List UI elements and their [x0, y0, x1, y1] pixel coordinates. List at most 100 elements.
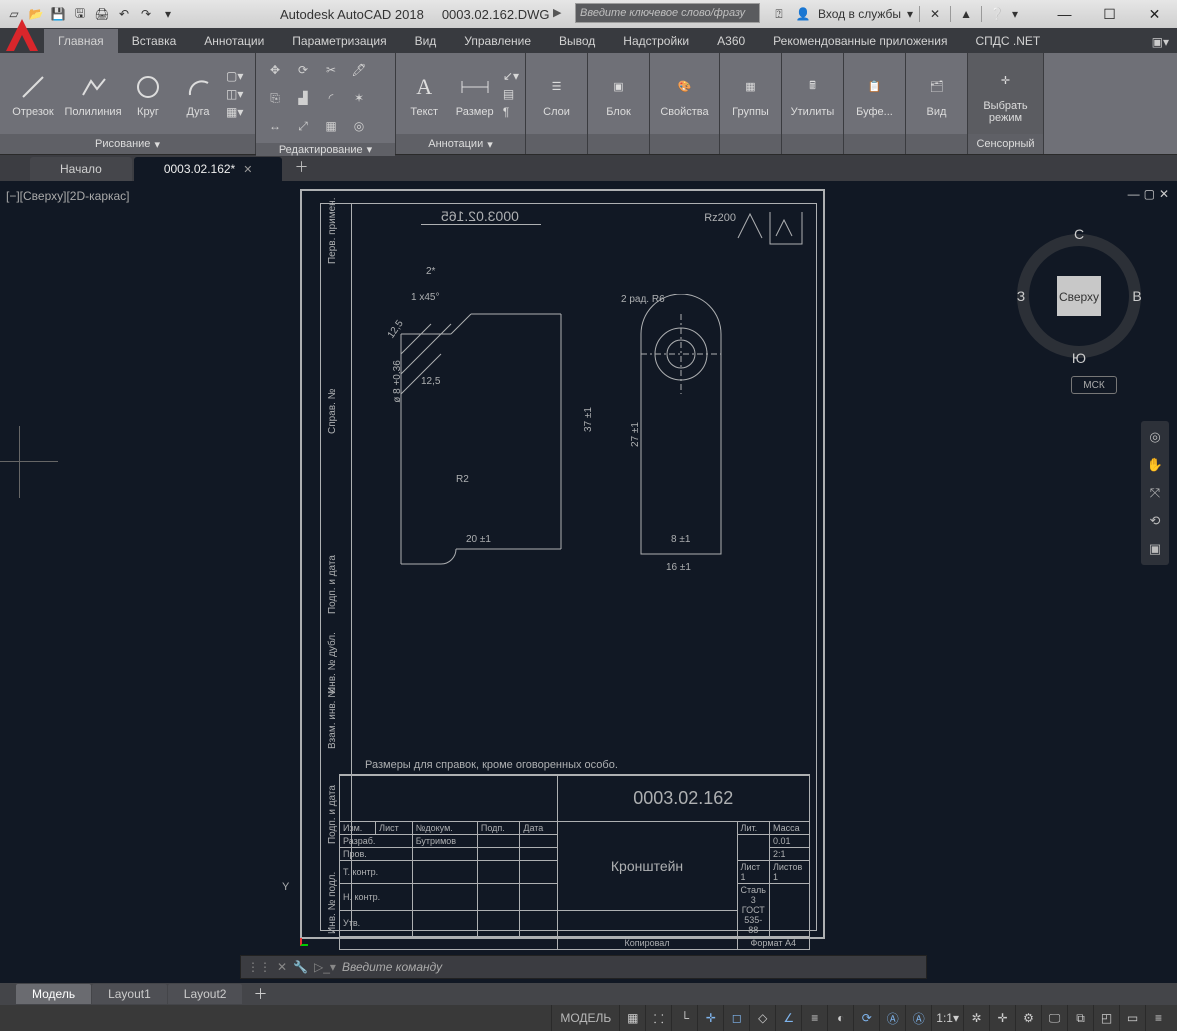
app-store-icon[interactable]: ▲	[957, 7, 975, 21]
file-tab-start[interactable]: Начало	[30, 157, 132, 181]
nav-wheel-icon[interactable]: ◎	[1143, 425, 1167, 449]
panel-draw-title[interactable]: Рисование ▾	[0, 134, 255, 154]
help-icon[interactable]: ❔	[988, 7, 1006, 21]
tool-circle[interactable]: Круг	[126, 70, 170, 118]
mirror-icon[interactable]: ▟	[290, 85, 316, 111]
ribbon-tab-manage[interactable]: Управление	[450, 29, 545, 53]
tool-touch[interactable]: ✛Выбрать режим	[974, 64, 1037, 124]
status-scale[interactable]: 1:1▾	[931, 1005, 963, 1031]
ribbon-tab-home[interactable]: Главная	[44, 29, 118, 53]
drawing-area[interactable]: [−][Сверху][2D-каркас] — ▢ ✕ С В Ю З Све…	[0, 181, 1177, 983]
qat-more-icon[interactable]: ▾	[158, 4, 178, 24]
viewport-label[interactable]: [−][Сверху][2D-каркас]	[6, 189, 130, 203]
status-osnap-icon[interactable]: ◻	[723, 1005, 749, 1031]
status-ortho-icon[interactable]: └	[671, 1005, 697, 1031]
command-line[interactable]: ⋮⋮ ✕ 🔧 ▷_▾ Введите команду	[240, 955, 927, 979]
explode-icon[interactable]: ✶	[346, 85, 372, 111]
status-snap-icon[interactable]: ⸬	[645, 1005, 671, 1031]
exchange-icon[interactable]: ✕	[926, 7, 944, 21]
nav-showmotion-icon[interactable]: ▣	[1143, 537, 1167, 561]
panel-modify-title[interactable]: Редактирование ▾	[256, 143, 395, 156]
cmd-close-icon[interactable]: ✕	[277, 960, 287, 974]
status-iso-icon[interactable]: Ⓐ	[905, 1005, 931, 1031]
signin-person-icon[interactable]: 👤	[794, 7, 812, 21]
ribbon-tab-addins[interactable]: Надстройки	[609, 29, 703, 53]
status-annotation-icon[interactable]: ✛	[989, 1005, 1015, 1031]
table-icon[interactable]: ▤	[503, 87, 519, 101]
erase-icon[interactable]: 🖊	[346, 57, 372, 83]
minimize-button[interactable]: —	[1042, 0, 1087, 28]
search-play-icon[interactable]: ▶	[553, 6, 561, 19]
stretch-icon[interactable]: ↔	[262, 113, 288, 139]
status-3dosnap-icon[interactable]: ◇	[749, 1005, 775, 1031]
cmd-wrench-icon[interactable]: 🔧	[293, 960, 308, 974]
view-cube[interactable]: С В Ю З Сверху	[1009, 221, 1149, 391]
copy-icon[interactable]: ⎘	[262, 85, 288, 111]
ribbon-tab-insert[interactable]: Вставка	[118, 29, 191, 53]
layout-add-button[interactable]: ＋	[243, 981, 277, 1007]
status-ws-icon[interactable]: ⚙	[1015, 1005, 1041, 1031]
status-dynucs-icon[interactable]: Ⓐ	[879, 1005, 905, 1031]
vp-close-icon[interactable]: ✕	[1159, 187, 1169, 201]
qat-redo-icon[interactable]: ↷	[136, 4, 156, 24]
cmd-grip-icon[interactable]: ⋮⋮	[247, 960, 271, 974]
search-input[interactable]: Введите ключевое слово/фразу	[575, 3, 760, 23]
leader-icon[interactable]: ↙▾	[503, 69, 519, 83]
rotate-icon[interactable]: ⟳	[290, 57, 316, 83]
tool-clip[interactable]: 📋Буфе...	[850, 70, 899, 118]
status-custom-icon[interactable]: ≡	[1145, 1005, 1171, 1031]
ribbon-tab-view[interactable]: Вид	[401, 29, 451, 53]
layout-tab-1[interactable]: Layout1	[92, 984, 167, 1004]
status-clean-icon[interactable]: ▭	[1119, 1005, 1145, 1031]
offset-icon[interactable]: ◎	[346, 113, 372, 139]
layout-tab-2[interactable]: Layout2	[168, 984, 243, 1004]
scale-icon[interactable]: ⤢	[290, 113, 316, 139]
signin-label[interactable]: Вход в службы	[818, 7, 901, 21]
tool-line[interactable]: Отрезок	[6, 70, 60, 118]
layout-tab-model[interactable]: Модель	[16, 984, 91, 1004]
tool-props[interactable]: 🎨Свойства	[656, 70, 713, 118]
ribbon-tab-spds[interactable]: СПДС .NET	[962, 29, 1055, 53]
tool-dimension[interactable]: Размер	[452, 70, 496, 118]
ribbon-tab-output[interactable]: Вывод	[545, 29, 609, 53]
ribbon-pin-icon[interactable]: ▣▾	[1144, 31, 1177, 53]
a360-connect-icon[interactable]: ⍰	[770, 7, 788, 22]
ribbon-tab-a360[interactable]: A360	[703, 29, 759, 53]
qat-plot-icon[interactable]: 🖨	[92, 4, 112, 24]
tool-groups[interactable]: ▦Группы	[726, 70, 775, 118]
tool-arc[interactable]: Дуга	[176, 70, 220, 118]
status-polar-icon[interactable]: ✛	[697, 1005, 723, 1031]
nav-orbit-icon[interactable]: ⟲	[1143, 509, 1167, 533]
app-logo[interactable]	[2, 18, 42, 52]
qat-undo-icon[interactable]: ↶	[114, 4, 134, 24]
tool-block[interactable]: ▣Блок	[594, 70, 643, 118]
status-model[interactable]: МОДЕЛЬ	[551, 1005, 619, 1031]
tool-utils[interactable]: 🖩Утилиты	[788, 70, 837, 118]
qat-saveas-icon[interactable]: 🖫	[70, 4, 90, 24]
status-lineweight-icon[interactable]: ≡	[801, 1005, 827, 1031]
status-isolate-icon[interactable]: ◰	[1093, 1005, 1119, 1031]
draw-poly-icon[interactable]: ▢▾	[226, 69, 243, 83]
vp-min-icon[interactable]: —	[1128, 187, 1140, 201]
tool-polyline[interactable]: Полилиния	[66, 70, 120, 118]
tool-view[interactable]: 🗂Вид	[912, 70, 961, 118]
nav-pan-icon[interactable]: ✋	[1143, 453, 1167, 477]
status-transparency-icon[interactable]: ◐	[827, 1005, 853, 1031]
qat-save-icon[interactable]: 💾	[48, 4, 68, 24]
ribbon-tab-annotate[interactable]: Аннотации	[190, 29, 278, 53]
ribbon-tab-parametric[interactable]: Параметризация	[278, 29, 400, 53]
array-icon[interactable]: ▦	[318, 113, 344, 139]
draw-hatch-icon[interactable]: ◫▾	[226, 87, 243, 101]
maximize-button[interactable]: ☐	[1087, 0, 1132, 28]
fillet-icon[interactable]: ◜	[318, 85, 344, 111]
tool-text[interactable]: A Текст	[402, 70, 446, 118]
panel-anno-title[interactable]: Аннотации ▾	[396, 134, 525, 154]
file-tab-add-button[interactable]: ＋	[284, 153, 318, 181]
ribbon-tab-featured[interactable]: Рекомендованные приложения	[759, 29, 961, 53]
close-button[interactable]: ✕	[1132, 0, 1177, 28]
file-tab-current[interactable]: 0003.02.162* ✕	[134, 157, 283, 181]
move-icon[interactable]: ✥	[262, 57, 288, 83]
file-tab-close-icon[interactable]: ✕	[243, 163, 252, 176]
status-grid-icon[interactable]: ▦	[619, 1005, 645, 1031]
status-hw-icon[interactable]: ⧉	[1067, 1005, 1093, 1031]
